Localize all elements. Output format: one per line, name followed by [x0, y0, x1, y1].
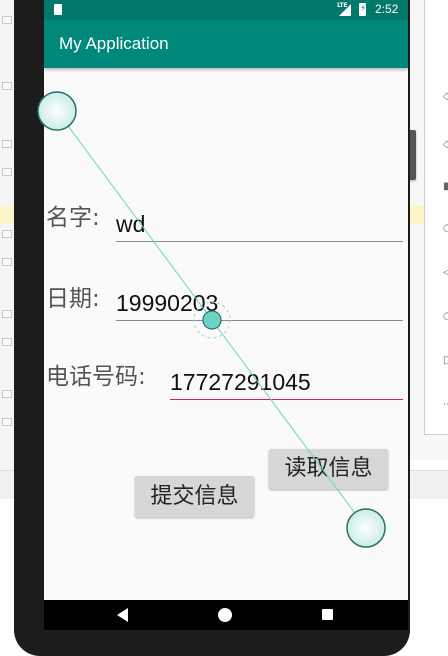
fold-marker-icon: [2, 310, 12, 318]
overview-icon[interactable]: □: [443, 356, 448, 366]
app-bar: My Application: [44, 20, 408, 68]
fold-marker-icon: [2, 338, 12, 346]
nav-home-icon[interactable]: [218, 608, 232, 622]
fold-marker-icon: [2, 140, 12, 148]
rotate-right-icon[interactable]: ◇: [443, 140, 448, 150]
date-label: 日期:: [46, 286, 100, 312]
nav-back-icon[interactable]: [117, 608, 128, 622]
nav-recents-icon[interactable]: [322, 609, 333, 620]
fold-marker-icon: [2, 16, 12, 24]
more-icon[interactable]: ⋯: [443, 400, 448, 410]
network-type-label: LTE: [337, 2, 348, 9]
name-label: 名字:: [46, 205, 100, 231]
touch-point-handle[interactable]: [37, 91, 77, 131]
submit-info-button[interactable]: 提交信息: [135, 476, 254, 517]
back-icon[interactable]: ◁: [443, 268, 448, 278]
read-info-button[interactable]: 读取信息: [269, 449, 388, 489]
navigation-bar: [44, 600, 408, 630]
zoom-icon[interactable]: ○: [443, 224, 448, 234]
status-bar: LTE ⚡ 2:52: [44, 0, 408, 20]
rotate-icon[interactable]: ◇: [443, 92, 448, 102]
battery-icon: ⚡: [359, 3, 367, 16]
fold-marker-icon: [2, 390, 12, 398]
fold-marker-icon: [2, 82, 12, 90]
fold-marker-icon: [2, 168, 12, 176]
phone-label: 电话号码:: [46, 364, 146, 390]
ide-gutter-left: [0, 0, 15, 470]
phone-field[interactable]: 17727291045: [170, 365, 403, 400]
phone-value: 17727291045: [170, 369, 311, 395]
fold-marker-icon: [2, 418, 12, 426]
touch-point-handle[interactable]: [346, 508, 386, 548]
date-value: 19990203: [116, 290, 219, 316]
emulator-toolbar: ◇ ◇ ■ ○ ◁ ○ □ ⋯: [424, 0, 448, 435]
app-title: My Application: [59, 34, 169, 53]
name-value: wd: [116, 211, 146, 237]
fold-marker-icon: [2, 230, 12, 238]
camera-icon[interactable]: ■: [443, 182, 448, 192]
fold-marker-icon: [2, 258, 12, 266]
emulator-frame: LTE ⚡ 2:52 My Application 名字: wd 日期: 199…: [14, 0, 410, 656]
name-field[interactable]: wd: [116, 207, 403, 242]
ide-line-highlight: [0, 206, 14, 224]
sd-card-icon: [54, 4, 62, 15]
home-icon[interactable]: ○: [443, 312, 448, 322]
date-field[interactable]: 19990203: [116, 286, 403, 321]
clock: 2:52: [375, 2, 399, 16]
